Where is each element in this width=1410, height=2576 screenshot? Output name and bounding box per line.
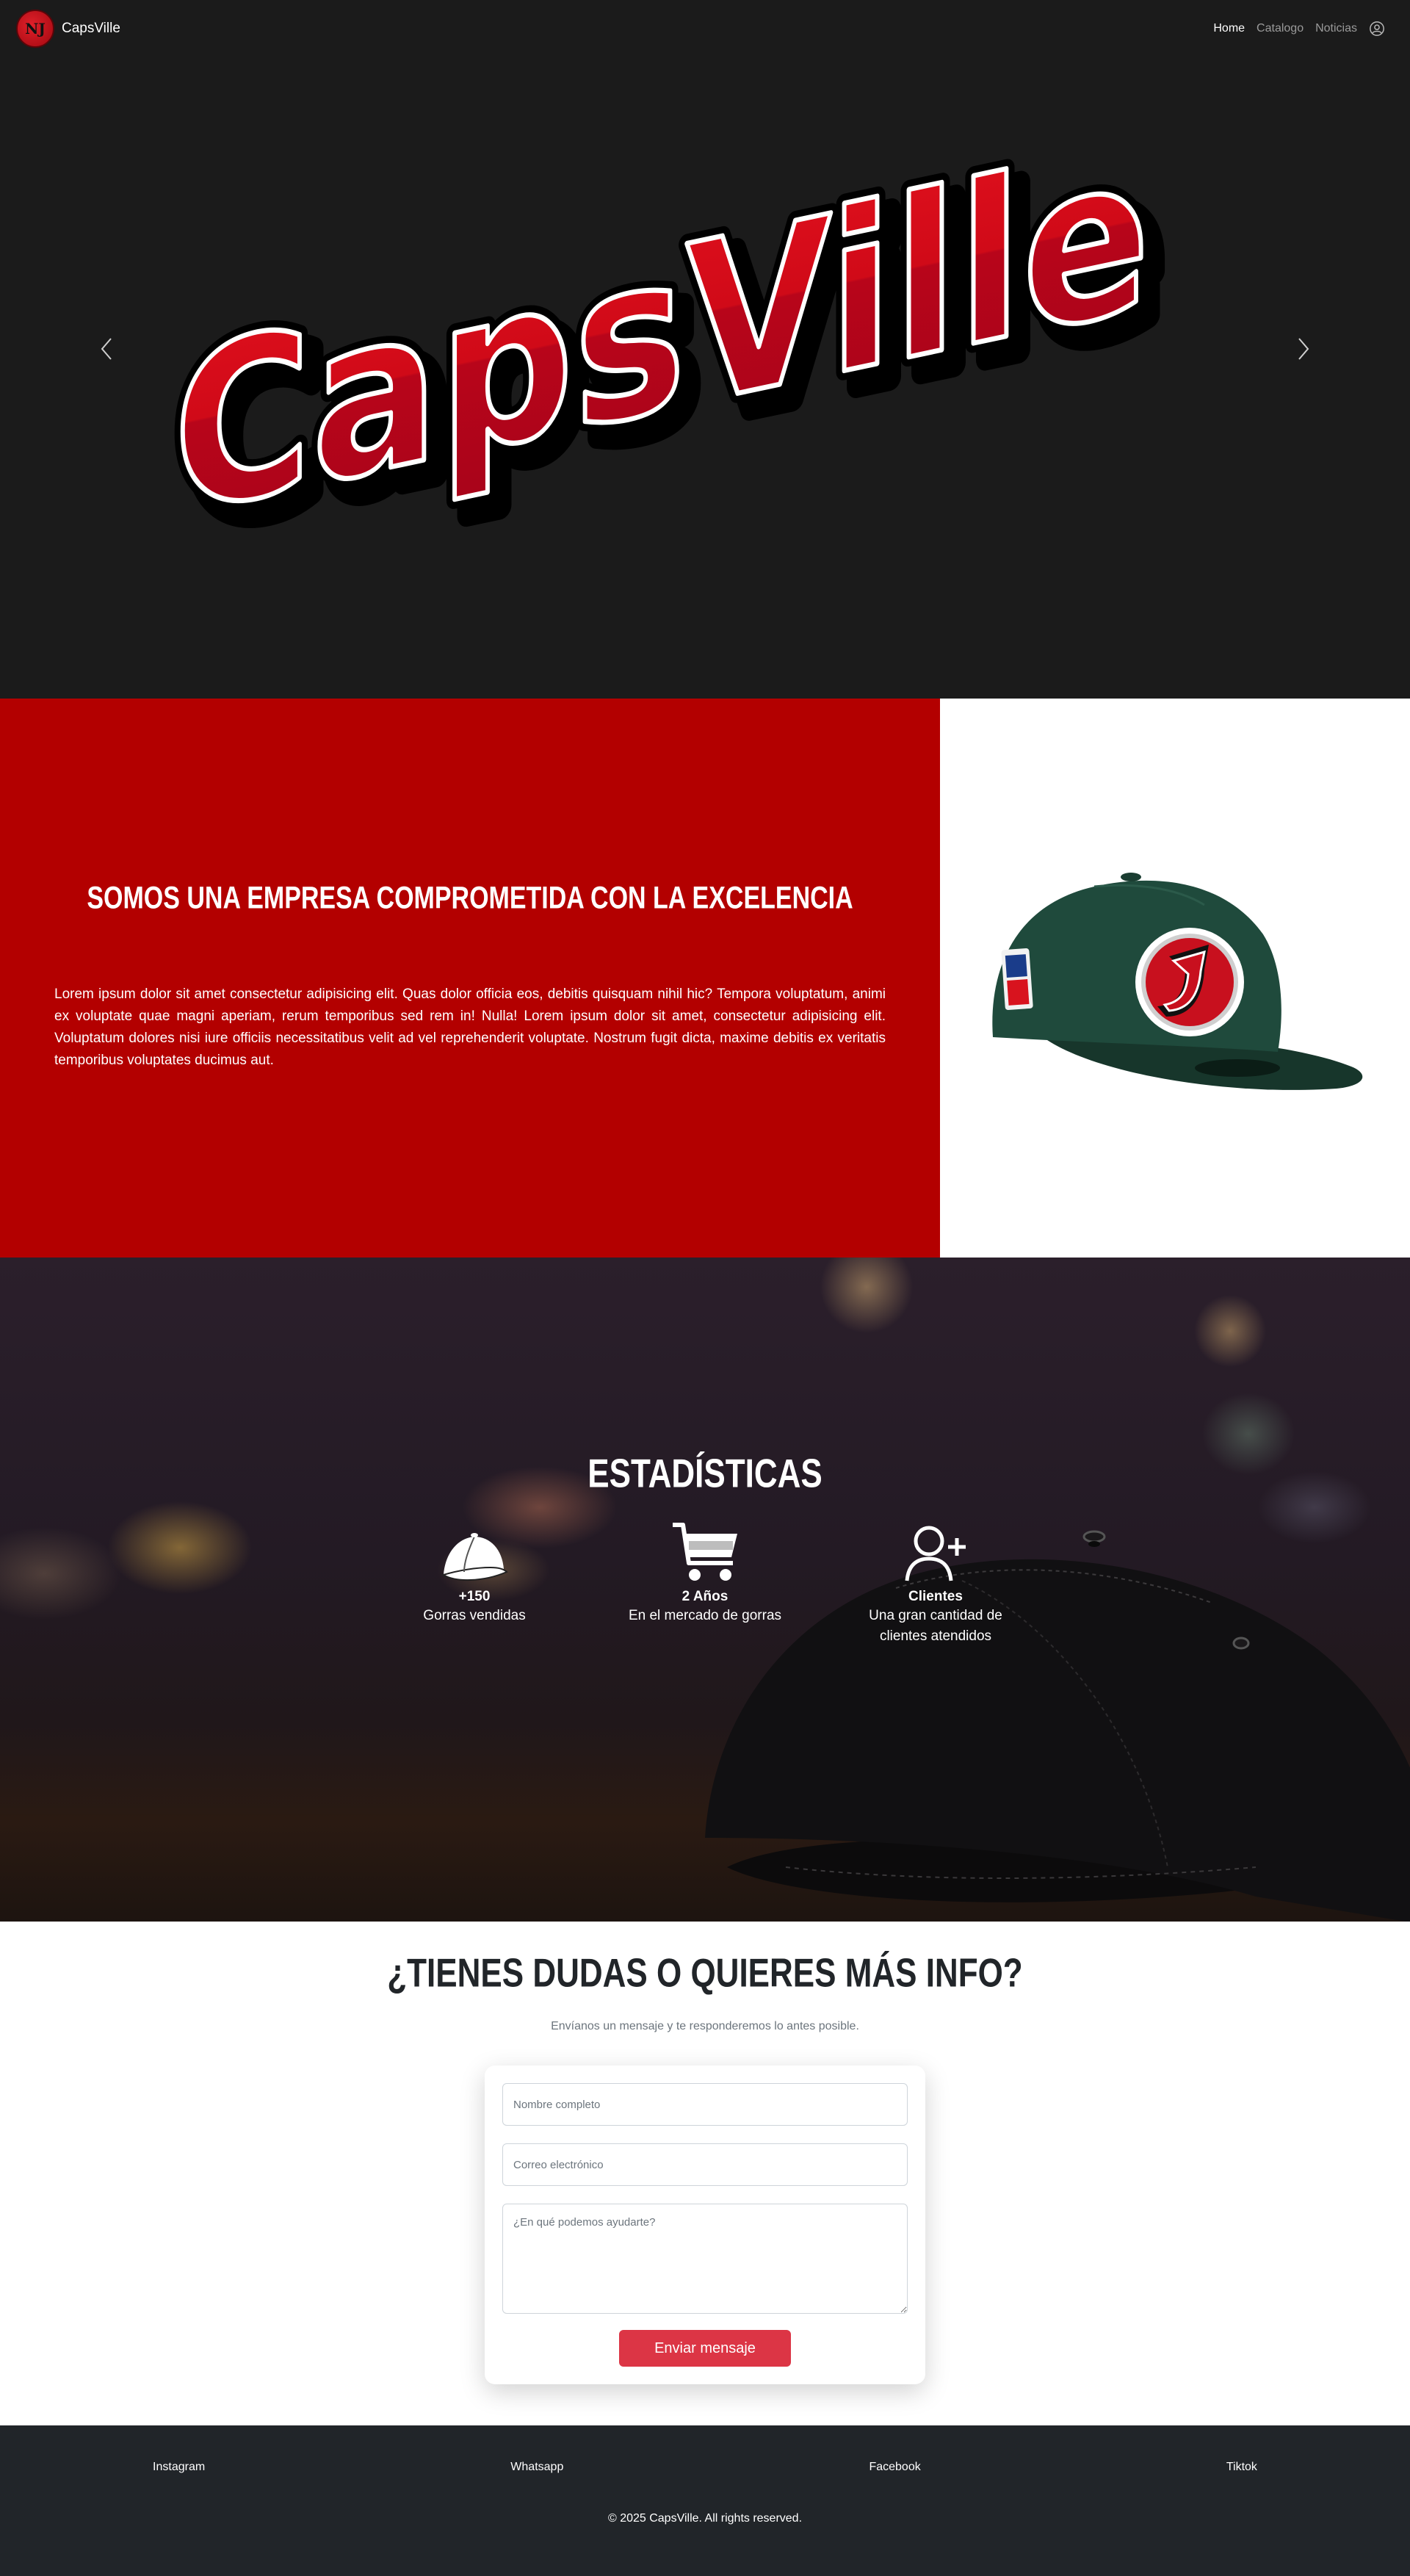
stat-value: +150 <box>458 1589 491 1604</box>
stats-content: ESTADÍSTICAS +150 Gorras vendidas 2 Años… <box>0 1451 1410 1647</box>
footer: Instagram Whatsapp Facebook Tiktok © 202… <box>0 2425 1410 2576</box>
about-paragraph: Lorem ipsum dolor sit amet consectetur a… <box>54 986 886 1068</box>
about-section: SOMOS UNA EMPRESA COMPROMETIDA CON LA EX… <box>0 699 1410 1258</box>
brand-logo-text: NJ <box>25 20 46 37</box>
stat-value: Clientes <box>908 1589 963 1604</box>
footer-link-whatsapp[interactable]: Whatsapp <box>510 2461 563 2474</box>
stat-value: 2 Años <box>682 1589 728 1604</box>
brand-name[interactable]: CapsVille <box>62 21 120 37</box>
user-account-icon[interactable] <box>1369 21 1385 37</box>
devils-cap-image <box>992 872 1363 1090</box>
about-title: SOMOS UNA EMPRESA COMPROMETIDA CON LA EX… <box>87 881 853 916</box>
contact-subtitle: Envíanos un mensaje y te responderemos l… <box>551 2020 859 2032</box>
carousel-prev-button[interactable] <box>95 334 118 364</box>
nav-link-noticias[interactable]: Noticias <box>1315 22 1357 35</box>
user-add-icon <box>905 1526 966 1581</box>
brand[interactable]: NJ CapsVille <box>16 10 120 48</box>
brand-logo[interactable]: NJ <box>16 10 54 48</box>
stat-label: En el mercado de gorras <box>628 1608 782 1623</box>
navbar: NJ CapsVille Home Catalogo Noticias <box>0 0 1410 57</box>
stat-label: Una gran cantidad de clientes atendidos <box>869 1608 1002 1644</box>
nav-links: Home Catalogo Noticias <box>1213 21 1385 37</box>
hero-capsville-logo: CapsVille CapsVille CapsVille <box>169 154 1176 536</box>
contact-title: ¿TIENES DUDAS O QUIERES MÁS INFO? <box>387 1950 1023 1996</box>
cap-icon <box>441 1533 508 1581</box>
footer-social-links: Instagram Whatsapp Facebook Tiktok <box>0 2461 1410 2474</box>
email-input[interactable] <box>502 2143 908 2186</box>
stat-gorras-vendidas: +150 Gorras vendidas <box>359 1518 590 1647</box>
contact-section: ¿TIENES DUDAS O QUIERES MÁS INFO? Envían… <box>0 1922 1410 2425</box>
footer-link-facebook[interactable]: Facebook <box>869 2461 920 2474</box>
stat-clientes: Clientes Una gran cantidad de clientes a… <box>820 1518 1051 1647</box>
chevron-right-icon <box>1298 338 1309 360</box>
contact-form: Enviar mensaje <box>485 2066 925 2384</box>
stats-title: ESTADÍSTICAS <box>588 1451 822 1496</box>
name-input[interactable] <box>502 2083 908 2126</box>
footer-link-tiktok[interactable]: Tiktok <box>1226 2461 1257 2474</box>
message-textarea[interactable] <box>502 2204 908 2314</box>
carousel-next-button[interactable] <box>1292 334 1315 364</box>
copyright-text: © 2025 CapsVille. All rights reserved. <box>607 2512 803 2525</box>
stat-label: Gorras vendidas <box>423 1608 526 1623</box>
nav-link-home[interactable]: Home <box>1213 22 1245 35</box>
about-image-panel <box>940 699 1410 1258</box>
footer-link-instagram[interactable]: Instagram <box>153 2461 205 2474</box>
chevron-left-icon <box>101 338 112 360</box>
stats-row: +150 Gorras vendidas 2 Años En el mercad… <box>359 1518 1051 1647</box>
stats-section: ESTADÍSTICAS +150 Gorras vendidas 2 Años… <box>0 1258 1410 1922</box>
send-message-button[interactable]: Enviar mensaje <box>619 2330 791 2367</box>
nav-link-catalogo[interactable]: Catalogo <box>1257 22 1304 35</box>
about-text-panel: SOMOS UNA EMPRESA COMPROMETIDA CON LA EX… <box>0 699 940 1258</box>
hero-carousel: CapsVille CapsVille CapsVille <box>0 0 1410 699</box>
cart-icon <box>673 1523 737 1581</box>
stat-anos-mercado: 2 Años En el mercado de gorras <box>590 1518 820 1647</box>
